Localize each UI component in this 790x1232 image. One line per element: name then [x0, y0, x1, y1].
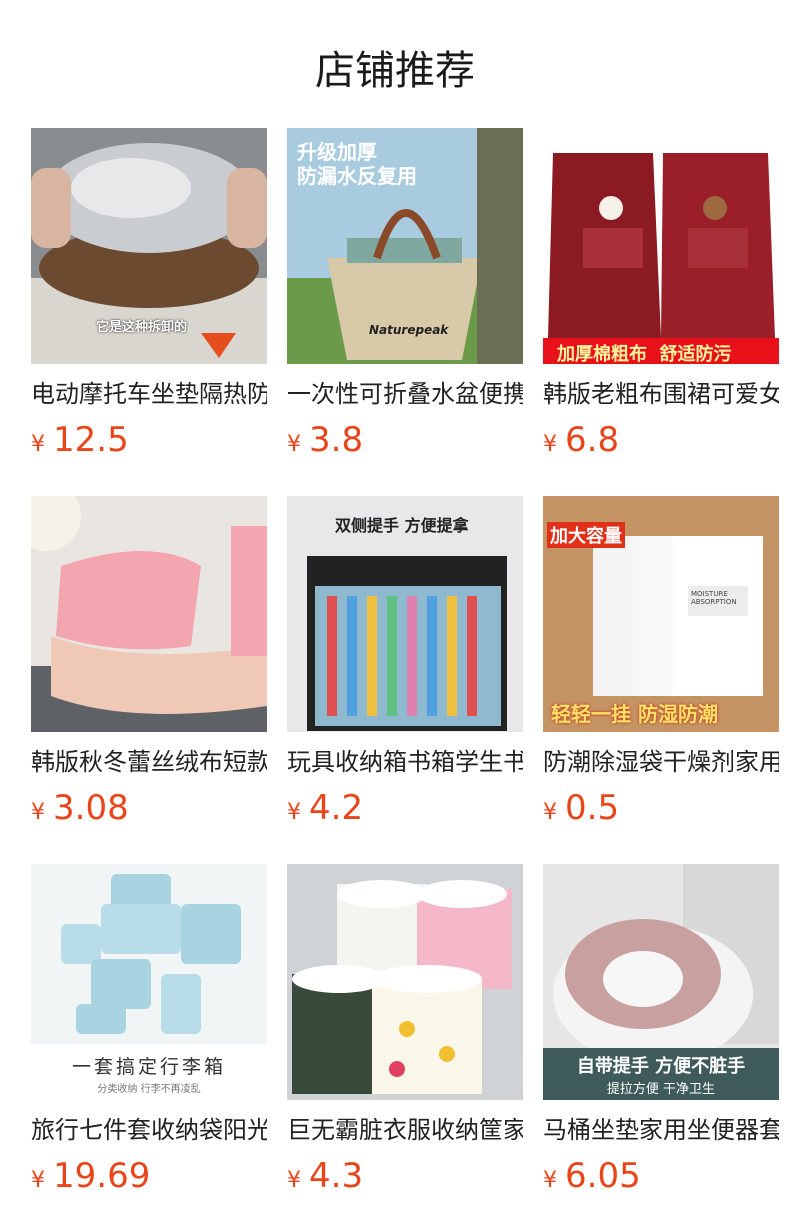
- currency-symbol: ¥: [543, 800, 557, 825]
- product-card[interactable]: 升级加厚 防漏水反复用 Naturepeak 一次性可折叠水盆便携 ¥3.8: [287, 128, 523, 460]
- product-card[interactable]: 自带提手 方便不脏手 提拉方便 干净卫生 马桶坐垫家用坐便器套 ¥6.05: [543, 864, 779, 1196]
- product-image[interactable]: 升级加厚 防漏水反复用 Naturepeak: [287, 128, 523, 364]
- product-name[interactable]: 韩版秋冬蕾丝绒布短款袖套: [31, 746, 267, 778]
- caption-line: 升级加厚: [297, 140, 377, 164]
- product-price: ¥19.69: [31, 1156, 267, 1202]
- product-image[interactable]: 加厚棉粗布 舒适防污: [543, 128, 779, 364]
- product-price: ¥12.5: [31, 420, 267, 466]
- image-subcaption: 分类收纳 行李不再凌乱: [97, 1084, 201, 1095]
- image-caption: 自带提手 方便不脏手: [576, 1056, 746, 1077]
- image-caption: 一套搞定行李箱: [71, 1056, 226, 1078]
- price-value: 4.2: [309, 788, 364, 828]
- product-name[interactable]: 旅行七件套收纳袋阳光: [31, 1114, 267, 1146]
- price-value: 6.8: [565, 420, 620, 460]
- price-value: 3.08: [53, 788, 129, 828]
- brand-logo: Naturepeak: [369, 323, 449, 337]
- product-card[interactable]: 加大容量 轻轻一挂 防湿防潮 MOISTURE ABSORPTION 防潮除湿袋…: [543, 496, 779, 828]
- package-label: MOISTURE ABSORPTION: [691, 590, 737, 606]
- caption-line: 防漏水反复用: [297, 164, 417, 188]
- product-name[interactable]: 马桶坐垫家用坐便器套: [543, 1114, 779, 1146]
- price-value: 3.8: [309, 420, 364, 460]
- product-price: ¥4.2: [287, 788, 523, 834]
- price-value: 19.69: [53, 1156, 151, 1196]
- product-name[interactable]: 巨无霸脏衣服收纳筐家用: [287, 1114, 523, 1146]
- product-name[interactable]: 一次性可折叠水盆便携: [287, 378, 523, 410]
- product-image[interactable]: 自带提手 方便不脏手 提拉方便 干净卫生: [543, 864, 779, 1100]
- product-image[interactable]: [287, 864, 523, 1100]
- product-name[interactable]: 防潮除湿袋干燥剂家用: [543, 746, 779, 778]
- product-card[interactable]: 巨无霸脏衣服收纳筐家用 ¥4.3: [287, 864, 523, 1196]
- price-value: 6.05: [565, 1156, 641, 1196]
- product-card[interactable]: 韩版秋冬蕾丝绒布短款袖套 ¥3.08: [31, 496, 267, 828]
- product-image[interactable]: [31, 496, 267, 732]
- product-price: ¥3.08: [31, 788, 267, 834]
- price-value: 4.3: [309, 1156, 364, 1196]
- product-card[interactable]: 一套搞定行李箱 分类收纳 行李不再凌乱 旅行七件套收纳袋阳光 ¥19.69: [31, 864, 267, 1196]
- product-image[interactable]: 它是这种拆卸的: [31, 128, 267, 364]
- product-name[interactable]: 韩版老粗布围裙可爱女: [543, 378, 779, 410]
- product-name[interactable]: 玩具收纳箱书箱学生书本: [287, 746, 523, 778]
- image-caption: 轻轻一挂 防湿防潮: [551, 702, 718, 726]
- header: 店铺推荐: [0, 0, 790, 128]
- product-price: ¥0.5: [543, 788, 779, 834]
- product-name[interactable]: 电动摩托车坐垫隔热防晒: [31, 378, 267, 410]
- image-caption: 升级加厚 防漏水反复用: [297, 140, 417, 188]
- currency-symbol: ¥: [31, 800, 45, 825]
- product-image[interactable]: 加大容量 轻轻一挂 防湿防潮 MOISTURE ABSORPTION: [543, 496, 779, 732]
- product-price: ¥3.8: [287, 420, 523, 466]
- currency-symbol: ¥: [543, 1168, 557, 1193]
- product-price: ¥6.8: [543, 420, 779, 466]
- currency-symbol: ¥: [287, 800, 301, 825]
- product-card[interactable]: 它是这种拆卸的 电动摩托车坐垫隔热防晒 ¥12.5: [31, 128, 267, 460]
- product-image[interactable]: 一套搞定行李箱 分类收纳 行李不再凌乱: [31, 864, 267, 1100]
- price-value: 12.5: [53, 420, 129, 460]
- product-image[interactable]: 双侧提手 方便提拿: [287, 496, 523, 732]
- currency-symbol: ¥: [543, 432, 557, 457]
- image-caption: 加厚棉粗布 舒适防污: [557, 344, 732, 364]
- image-caption: 双侧提手 方便提拿: [335, 516, 469, 535]
- currency-symbol: ¥: [287, 1168, 301, 1193]
- product-price: ¥6.05: [543, 1156, 779, 1202]
- price-value: 0.5: [565, 788, 620, 828]
- currency-symbol: ¥: [287, 432, 301, 457]
- product-price: ¥4.3: [287, 1156, 523, 1202]
- currency-symbol: ¥: [31, 432, 45, 457]
- currency-symbol: ¥: [31, 1168, 45, 1193]
- image-badge: 加大容量: [547, 522, 625, 548]
- page-title: 店铺推荐: [315, 48, 475, 94]
- product-card[interactable]: 双侧提手 方便提拿 玩具收纳箱书箱学生书本 ¥4.2: [287, 496, 523, 828]
- product-card[interactable]: 加厚棉粗布 舒适防污 韩版老粗布围裙可爱女 ¥6.8: [543, 128, 779, 460]
- image-caption: 它是这种拆卸的: [96, 320, 188, 335]
- image-subcaption: 提拉方便 干净卫生: [606, 1082, 716, 1097]
